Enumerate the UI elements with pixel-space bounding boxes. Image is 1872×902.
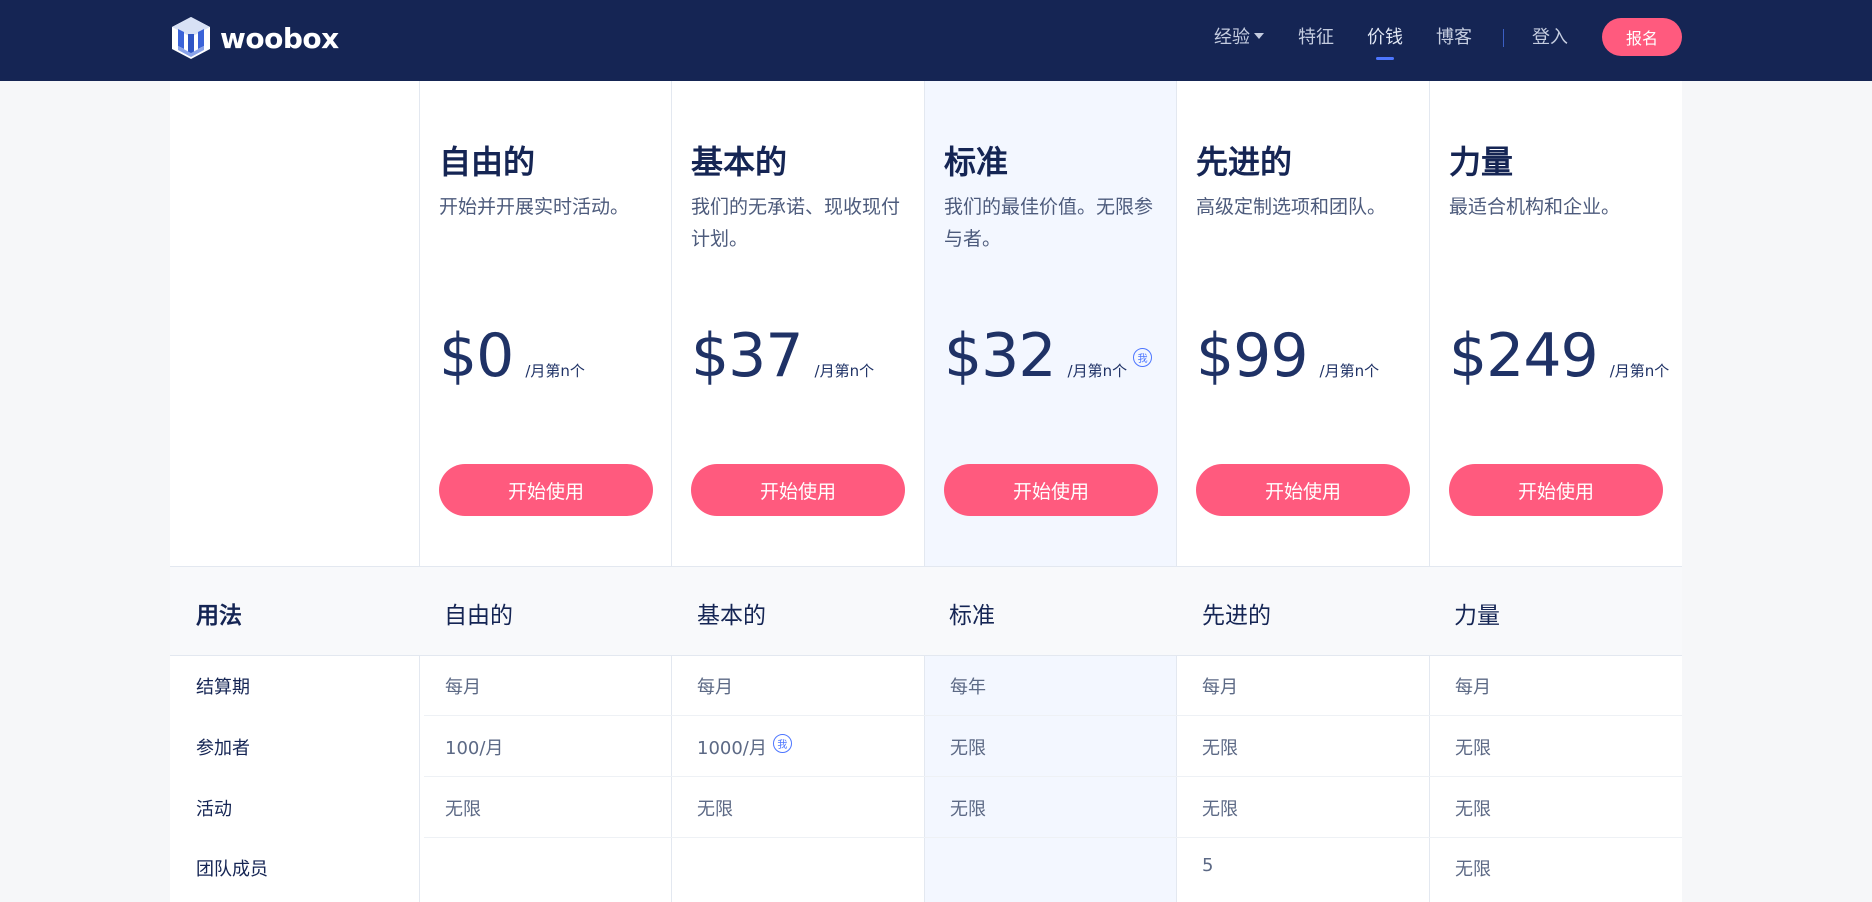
plan-title: 标准 [944,143,1009,181]
nav-pricing[interactable]: 价钱 [1367,24,1403,60]
row-divider [424,837,1682,838]
nav-login[interactable]: 登入 [1532,24,1568,54]
plan-standard: 标准 我们的最佳价值。无限参与者。 $32 /月第n个 我 开始使用 [924,81,1176,566]
plan-description: 最适合机构和企业。 [1449,196,1621,218]
row-label-participants: 参加者 [196,738,250,759]
table-cell: 无限 [1455,799,1491,820]
row-divider [424,715,1682,716]
price-unit: /月第n个 [525,362,585,380]
plan-advanced: 先进的 高级定制选项和团队。 $99 /月第n个 开始使用 [1176,81,1428,566]
plan-price: $99 /月第n个 [1196,321,1379,391]
pricing-table: 自由的 开始并开展实时活动。 $0 /月第n个 开始使用 基本的 我们的无承诺、… [170,81,1682,902]
usage-section-title: 用法 [196,603,242,629]
table-cell: 无限 [445,799,481,820]
row-label-activities: 活动 [196,799,232,820]
price-unit: /月第n个 [1067,362,1128,380]
price-unit: /月第n个 [1319,362,1380,380]
row-divider [424,776,1682,777]
table-cell: 无限 [950,799,986,820]
usage-header-standard: 标准 [949,603,995,629]
nav-blog-label: 博客 [1436,27,1472,48]
get-started-button[interactable]: 开始使用 [944,464,1158,516]
table-cell: 每月 [697,677,733,698]
get-started-button[interactable]: 开始使用 [1449,464,1663,516]
usage-header-advanced: 先进的 [1202,603,1271,629]
usage-header-power: 力量 [1454,603,1500,629]
price-unit: /月第n个 [814,362,875,380]
nav-pricing-label: 价钱 [1367,27,1403,48]
usage-header-basic: 基本的 [697,603,766,629]
get-started-button[interactable]: 开始使用 [439,464,653,516]
plan-description: 我们的无承诺、现收现付计划。 [691,196,901,250]
nav-features[interactable]: 特征 [1298,24,1334,54]
plan-title: 力量 [1449,143,1514,181]
table-cell: 无限 [950,738,986,759]
nav-experience-label: 经验 [1214,27,1250,48]
plan-price: $32 /月第n个 我 [944,321,1153,391]
nav-divider [1503,29,1504,47]
price-unit: /月第n个 [1609,362,1670,380]
info-icon[interactable]: 我 [772,734,792,753]
active-indicator [1376,57,1394,60]
table-cell: 每月 [1455,677,1491,698]
table-cell: 每年 [950,677,986,698]
row-label-team-members: 团队成员 [196,859,268,880]
table-cell-value: 1000/月 [697,738,767,759]
brand-name: woobox [220,21,339,55]
plan-price: $0 /月第n个 [439,321,585,391]
price-value: $32 [944,321,1057,391]
nav-experience[interactable]: 经验 [1214,24,1264,54]
table-cell: 1000/月我 [697,734,792,760]
brand-logo[interactable]: woobox [170,14,339,62]
table-cell: 5 [1202,855,1214,876]
nav-login-label: 登入 [1532,27,1568,48]
plan-description: 我们的最佳价值。无限参与者。 [944,196,1154,250]
nav-blog[interactable]: 博客 [1436,24,1472,54]
plan-power: 力量 最适合机构和企业。 $249 /月第n个 开始使用 [1429,81,1681,566]
table-cell: 每月 [445,677,481,698]
nav-features-label: 特征 [1298,27,1334,48]
plan-title: 基本的 [691,143,788,181]
price-value: $0 [439,321,514,391]
plan-price: $37 /月第n个 [691,321,874,391]
table-cell: 无限 [1202,738,1238,759]
price-value: $249 [1449,321,1599,391]
get-started-button[interactable]: 开始使用 [691,464,905,516]
signup-button[interactable]: 报名 [1602,18,1682,56]
table-cell: 无限 [1455,859,1491,880]
table-cell: 100/月 [445,738,504,759]
get-started-button[interactable]: 开始使用 [1196,464,1410,516]
plan-free: 自由的 开始并开展实时活动。 $0 /月第n个 开始使用 [419,81,671,566]
price-value: $99 [1196,321,1309,391]
chevron-down-icon [1254,33,1264,39]
woobox-logo-icon [172,17,210,59]
top-navbar: woobox 经验 特征 价钱 博客 登入 报名 [0,0,1872,81]
plan-basic: 基本的 我们的无承诺、现收现付计划。 $37 /月第n个 开始使用 [671,81,923,566]
plan-title: 先进的 [1196,143,1293,181]
info-icon[interactable]: 我 [1133,348,1153,367]
table-cell: 无限 [697,799,733,820]
table-cell: 无限 [1455,738,1491,759]
usage-header-free: 自由的 [444,603,513,629]
table-cell: 每月 [1202,677,1238,698]
row-label-billing: 结算期 [196,677,250,698]
table-cell: 无限 [1202,799,1238,820]
plan-description: 高级定制选项和团队。 [1196,196,1387,218]
plan-title: 自由的 [439,143,536,181]
plan-description: 开始并开展实时活动。 [439,196,630,218]
plan-price: $249 /月第n个 [1449,321,1669,391]
price-value: $37 [691,321,804,391]
